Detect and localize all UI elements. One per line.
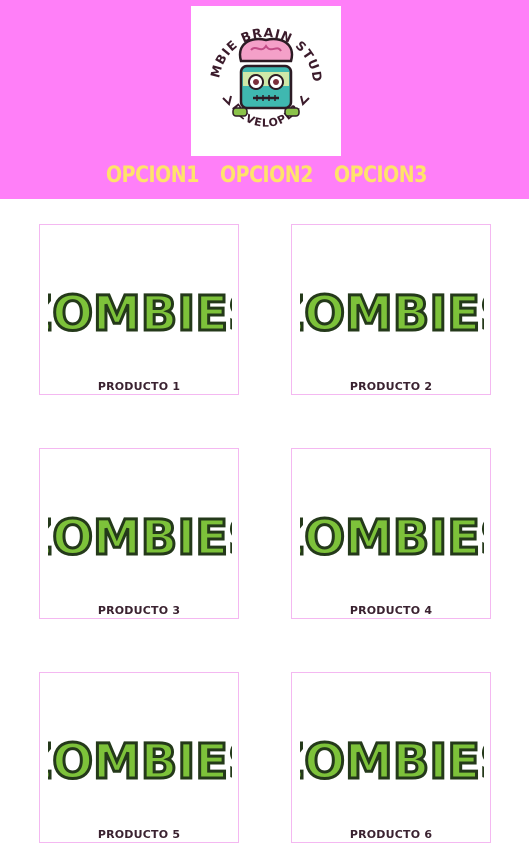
svg-text:ZOMBIES: ZOMBIES [48, 286, 232, 342]
site-header: ZOMBIE BRAIN STUDIO DEVELOPER [0, 0, 529, 199]
product-label[interactable]: PRODUCTO 1 [40, 380, 238, 393]
svg-text:ZOMBIES: ZOMBIES [48, 510, 232, 566]
zombies-logo-image: ZOMBIES [300, 509, 484, 568]
product-card-4[interactable]: ZOMBIES PRODUCTO 4 [291, 448, 491, 619]
zombies-logo-image: ZOMBIES [300, 285, 484, 344]
product-card-6[interactable]: ZOMBIES PRODUCTO 6 [291, 672, 491, 843]
product-card-1[interactable]: ZOMBIES PRODUCTO 1 [39, 224, 239, 395]
svg-text:ZOMBIES: ZOMBIES [48, 734, 232, 790]
product-label[interactable]: PRODUCTO 5 [40, 828, 238, 841]
product-card-5[interactable]: ZOMBIES PRODUCTO 5 [39, 672, 239, 843]
svg-text:ZOMBIES: ZOMBIES [300, 286, 484, 342]
product-label[interactable]: PRODUCTO 6 [292, 828, 490, 841]
studio-logo[interactable]: ZOMBIE BRAIN STUDIO DEVELOPER [191, 6, 341, 156]
zombies-logo-image: ZOMBIES [48, 285, 232, 344]
product-card-2[interactable]: ZOMBIES PRODUCTO 2 [291, 224, 491, 395]
zombies-logo-image: ZOMBIES [48, 733, 232, 792]
zombie-brain-head-icon: ZOMBIE BRAIN STUDIO DEVELOPER [191, 6, 324, 130]
svg-text:ZOMBIES: ZOMBIES [300, 734, 484, 790]
nav-item-opcion3[interactable]: OPCION3 [334, 163, 427, 188]
nav-item-opcion2[interactable]: OPCION2 [220, 163, 313, 188]
product-label[interactable]: PRODUCTO 3 [40, 604, 238, 617]
zombies-logo-image: ZOMBIES [48, 509, 232, 568]
svg-text:ZOMBIES: ZOMBIES [300, 510, 484, 566]
nav-item-opcion1[interactable]: OPCION1 [106, 163, 199, 188]
main-nav: OPCION1 OPCION2 OPCION3 [106, 158, 442, 192]
product-label[interactable]: PRODUCTO 4 [292, 604, 490, 617]
zombies-logo-image: ZOMBIES [300, 733, 484, 792]
product-label[interactable]: PRODUCTO 2 [292, 380, 490, 393]
product-card-3[interactable]: ZOMBIES PRODUCTO 3 [39, 448, 239, 619]
